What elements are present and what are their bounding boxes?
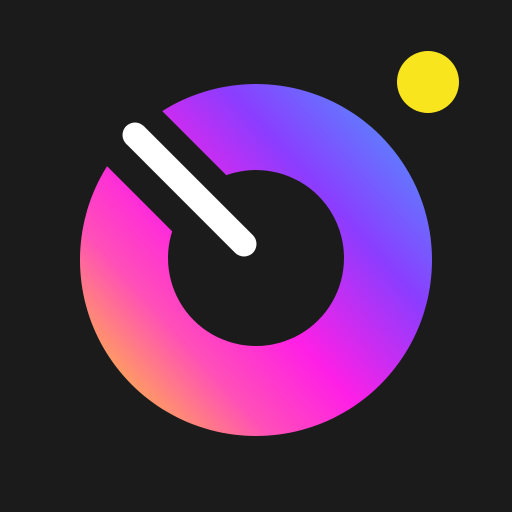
app-icon <box>0 0 512 512</box>
app-icon-graphic <box>79 51 459 436</box>
status-dot-icon <box>397 51 459 113</box>
